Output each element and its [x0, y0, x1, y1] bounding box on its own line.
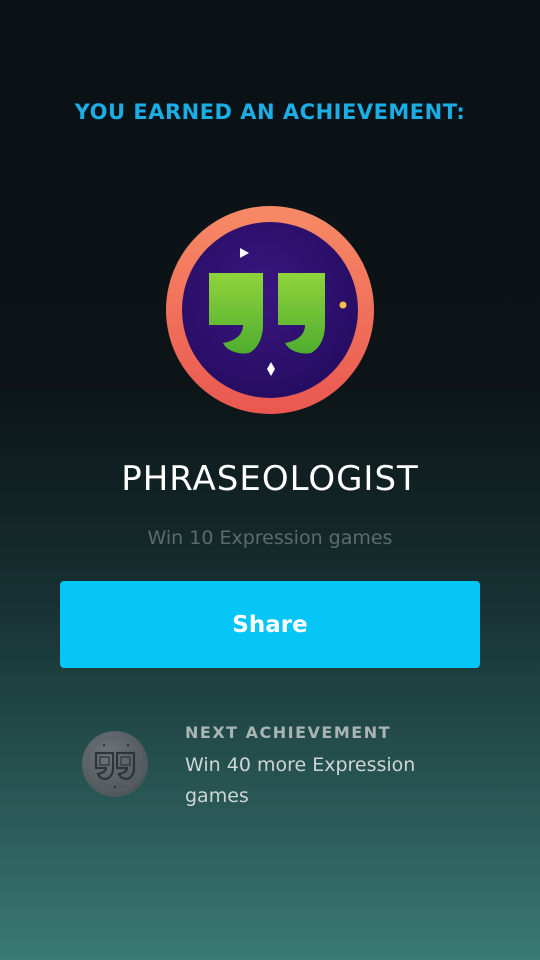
next-achievement-label: NEXT ACHIEVEMENT — [185, 723, 392, 742]
next-achievement-description: Win 40 more Expression games — [185, 754, 416, 807]
achievement-description: Win 10 Expression games — [147, 527, 393, 549]
achievement-header: YOU EARNED AN ACHIEVEMENT: — [74, 100, 466, 124]
sparkle-dot — [339, 301, 347, 309]
share-button[interactable]: Share — [60, 581, 480, 668]
achievement-title: PHRASEOLOGIST — [121, 459, 419, 499]
next-achievement-badge-icon — [82, 731, 148, 797]
achievement-badge-icon — [166, 206, 374, 414]
